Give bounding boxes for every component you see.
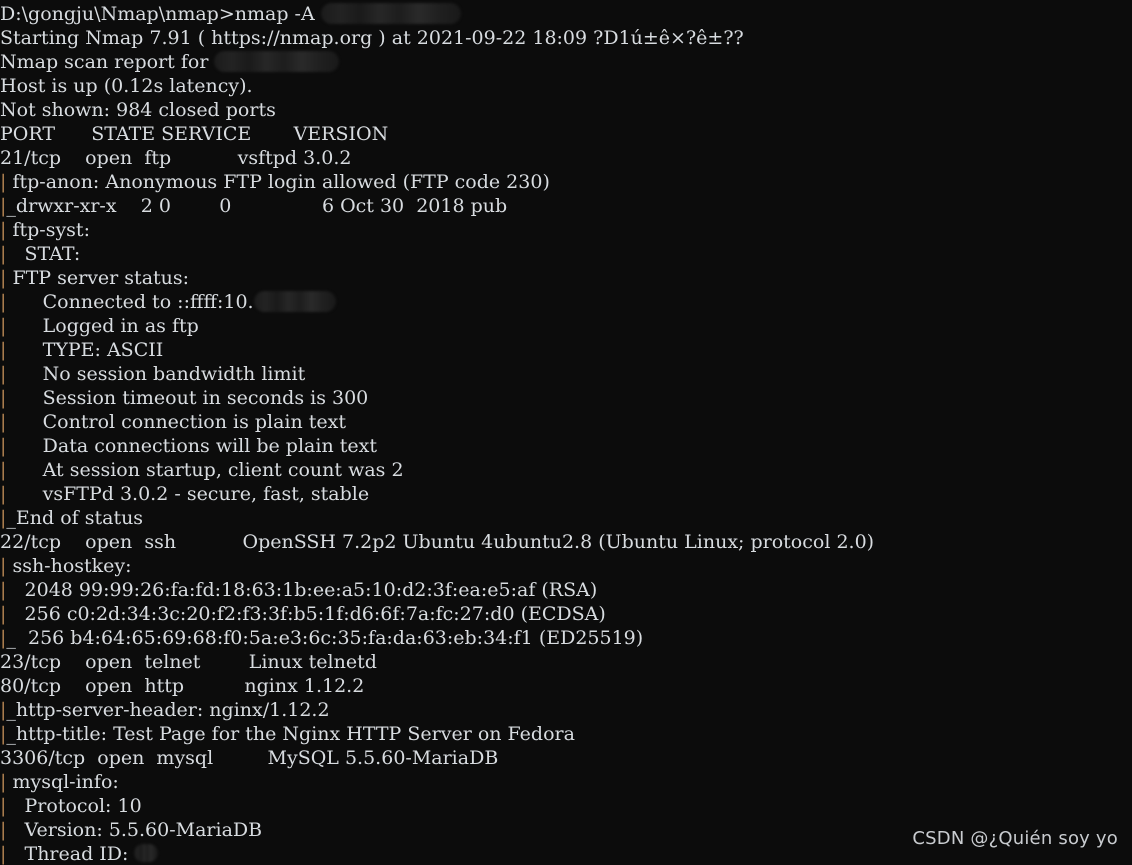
terminal-line-http-server-header: |_http-server-header: nginx/1.12.2 — [0, 698, 1132, 722]
terminal-line-text: vsFTPd 3.0.2 - secure, fast, stable — [6, 483, 370, 505]
terminal-line-text: Host is up (0.12s latency). — [0, 75, 253, 97]
terminal-line-port-22-ssh: 22/tcp open ssh OpenSSH 7.2p2 Ubuntu 4ub… — [0, 530, 1132, 554]
redaction-block-host — [214, 50, 340, 72]
terminal-line-ssh-hostkey-rsa: | 2048 99:99:26:fa:fd:18:63:1b:ee:a5:10:… — [0, 578, 1132, 602]
redaction-block-ip — [253, 290, 336, 312]
terminal-line-text: 256 c0:2d:34:3c:20:f2:f3:3f:b5:1f:d6:6f:… — [6, 603, 606, 625]
terminal-line-text: 22/tcp open ssh OpenSSH 7.2p2 Ubuntu 4ub… — [0, 531, 875, 553]
csdn-watermark: CSDN @¿Quién soy yo — [912, 828, 1118, 849]
terminal-line-text: D:\gongju\Nmap\nmap>nmap -A — [0, 3, 321, 25]
terminal-output[interactable]: D:\gongju\Nmap\nmap>nmap -A Starting Nma… — [0, 0, 1132, 865]
terminal-line-text: ssh-hostkey: — [6, 555, 138, 577]
terminal-line-text: 23/tcp open telnet Linux telnetd — [0, 651, 377, 673]
terminal-line-text: Logged in as ftp — [6, 315, 199, 337]
redaction-block-tid — [134, 844, 159, 862]
terminal-line-text: Not shown: 984 closed ports — [0, 99, 276, 121]
terminal-line-ssh-hostkey: | ssh-hostkey: — [0, 554, 1132, 578]
terminal-line-ftp-logged-in: | Logged in as ftp — [0, 314, 1132, 338]
terminal-line-ftp-syst-stat: | STAT: — [0, 242, 1132, 266]
terminal-line-ssh-hostkey-ecdsa: | 256 c0:2d:34:3c:20:f2:f3:3f:b5:1f:d6:6… — [0, 602, 1132, 626]
terminal-line-text: Starting Nmap 7.91 ( https://nmap.org ) … — [0, 27, 744, 49]
terminal-line-text: Data connections will be plain text — [6, 435, 377, 457]
terminal-line-text: mysql-info: — [6, 771, 125, 793]
terminal-line-ftp-session-timeout: | Session timeout in seconds is 300 — [0, 386, 1132, 410]
terminal-line-mysql-info: | mysql-info: — [0, 770, 1132, 794]
terminal-line-text: _ 256 b4:64:65:69:68:f0:5a:e3:6c:35:fa:d… — [6, 627, 644, 649]
terminal-line-ftp-type: | TYPE: ASCII — [0, 338, 1132, 362]
terminal-line-port-3306-mysql: 3306/tcp open mysql MySQL 5.5.60-MariaDB — [0, 746, 1132, 770]
terminal-line-text: FTP server status: — [6, 267, 190, 289]
terminal-line-text: ftp-syst: — [6, 219, 97, 241]
terminal-line-port-80-http: 80/tcp open http nginx 1.12.2 — [0, 674, 1132, 698]
terminal-line-ftp-anon-listing: |_drwxr-xr-x 2 0 0 6 Oct 30 2018 pub — [0, 194, 1132, 218]
terminal-line-scan-report-for: Nmap scan report for — [0, 50, 1132, 74]
terminal-line-text: Control connection is plain text — [6, 411, 347, 433]
terminal-line-text: Nmap scan report for — [0, 51, 215, 73]
terminal-line-ftp-connected-to: | Connected to ::ffff:10. — [0, 290, 1132, 314]
terminal-window: D:\gongju\Nmap\nmap>nmap -A Starting Nma… — [0, 0, 1132, 865]
terminal-line-prompt-command: D:\gongju\Nmap\nmap>nmap -A — [0, 2, 1132, 26]
terminal-line-ssh-hostkey-ed25519: |_ 256 b4:64:65:69:68:f0:5a:e3:6c:35:fa:… — [0, 626, 1132, 650]
terminal-line-text: At session startup, client count was 2 — [6, 459, 404, 481]
terminal-line-ftp-client-count: | At session startup, client count was 2 — [0, 458, 1132, 482]
terminal-line-starting-nmap: Starting Nmap 7.91 ( https://nmap.org ) … — [0, 26, 1132, 50]
terminal-line-text: TYPE: ASCII — [6, 339, 164, 361]
terminal-line-text: PORT STATE SERVICE VERSION — [0, 123, 389, 145]
terminal-line-ftp-syst: | ftp-syst: — [0, 218, 1132, 242]
terminal-line-ftp-control-conn: | Control connection is plain text — [0, 410, 1132, 434]
terminal-line-ftp-end-of-status: |_End of status — [0, 506, 1132, 530]
terminal-line-text: Thread ID: — [6, 843, 135, 865]
terminal-line-port-table-header: PORT STATE SERVICE VERSION — [0, 122, 1132, 146]
terminal-line-text: 21/tcp open ftp vsftpd 3.0.2 — [0, 147, 352, 169]
terminal-line-text: _http-server-header: nginx/1.12.2 — [6, 699, 330, 721]
terminal-line-http-title: |_http-title: Test Page for the Nginx HT… — [0, 722, 1132, 746]
terminal-line-text: Version: 5.5.60-MariaDB — [6, 819, 263, 841]
terminal-line-host-is-up: Host is up (0.12s latency). — [0, 74, 1132, 98]
terminal-line-not-shown: Not shown: 984 closed ports — [0, 98, 1132, 122]
terminal-line-ftp-vsftpd-banner: | vsFTPd 3.0.2 - secure, fast, stable — [0, 482, 1132, 506]
terminal-line-ftp-no-bandwidth: | No session bandwidth limit — [0, 362, 1132, 386]
terminal-line-ftp-server-status: | FTP server status: — [0, 266, 1132, 290]
terminal-line-port-23-telnet: 23/tcp open telnet Linux telnetd — [0, 650, 1132, 674]
terminal-line-ftp-anon: | ftp-anon: Anonymous FTP login allowed … — [0, 170, 1132, 194]
redaction-block-cmd — [320, 2, 461, 24]
terminal-line-ftp-data-conn: | Data connections will be plain text — [0, 434, 1132, 458]
terminal-line-text: STAT: — [6, 243, 87, 265]
terminal-line-text: ftp-anon: Anonymous FTP login allowed (F… — [6, 171, 550, 193]
terminal-line-text: No session bandwidth limit — [6, 363, 306, 385]
terminal-line-text: Protocol: 10 — [6, 795, 142, 817]
terminal-line-text: Connected to ::ffff:10. — [6, 291, 254, 313]
terminal-line-mysql-protocol: | Protocol: 10 — [0, 794, 1132, 818]
terminal-line-port-21-ftp: 21/tcp open ftp vsftpd 3.0.2 — [0, 146, 1132, 170]
terminal-line-text: Session timeout in seconds is 300 — [6, 387, 369, 409]
terminal-line-text: _drwxr-xr-x 2 0 0 6 Oct 30 2018 pub — [6, 195, 508, 217]
terminal-line-text: _End of status — [6, 507, 144, 529]
terminal-line-text: 80/tcp open http nginx 1.12.2 — [0, 675, 365, 697]
terminal-line-text: 3306/tcp open mysql MySQL 5.5.60-MariaDB — [0, 747, 499, 769]
terminal-line-text: 2048 99:99:26:fa:fd:18:63:1b:ee:a5:10:d2… — [6, 579, 598, 601]
terminal-line-text: _http-title: Test Page for the Nginx HTT… — [6, 723, 575, 745]
